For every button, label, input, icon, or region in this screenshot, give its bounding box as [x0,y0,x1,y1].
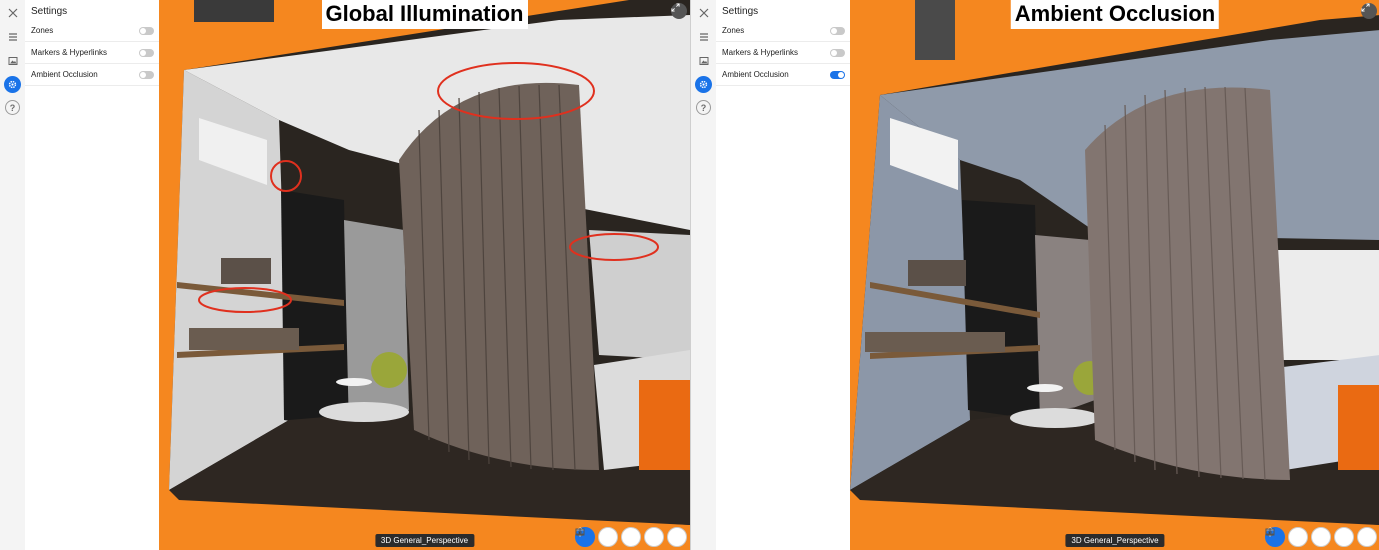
expand-icon[interactable] [1361,3,1377,19]
setting-label: Ambient Occlusion [31,70,98,79]
scene-render [159,0,690,550]
3d-viewport[interactable]: Ambient Occlusion 3D General_Perspective [850,0,1379,550]
vr-icon[interactable] [1265,527,1331,547]
settings-title: Settings [31,6,68,17]
settings-panel: Settings Zones Markers & Hyperlinks Ambi… [25,0,160,550]
image-icon[interactable] [695,52,712,69]
icon-bar: ? [691,0,717,550]
ambient-occlusion-toggle[interactable] [139,70,154,79]
settings-panel: Settings Zones Markers & Hyperlinks Ambi… [716,0,851,550]
3d-viewport[interactable]: Global Illumination 3D General_Perspecti… [159,0,690,550]
expand-icon[interactable] [671,3,687,19]
presentation-icon[interactable] [575,527,687,547]
close-icon[interactable] [4,4,21,21]
left-panel: ? Settings Zones Markers & Hyperlinks Am… [0,0,690,550]
gear-icon[interactable] [695,76,712,93]
zones-toggle[interactable] [139,26,154,35]
zones-toggle[interactable] [830,26,845,35]
setting-label: Zones [31,26,54,35]
setting-row-markers: Markers & Hyperlinks [716,42,850,64]
caption-title: Global Illumination [321,0,528,29]
camera-icon[interactable] [575,527,618,547]
markers-toggle[interactable] [139,48,154,57]
setting-row-zones: Zones [716,20,850,42]
setting-label: Zones [722,26,745,35]
right-panel: ? Settings Zones Markers & Hyperlinks Am… [690,0,1379,550]
list-icon[interactable] [695,28,712,45]
camera-icon[interactable] [1265,527,1308,547]
scene-render [850,0,1379,550]
icon-bar: ? [0,0,26,550]
viewport-toolbar [575,527,687,547]
setting-label: Markers & Hyperlinks [31,48,108,57]
caption-title: Ambient Occlusion [1010,0,1220,29]
setting-row-ambient-occlusion: Ambient Occlusion [716,64,850,86]
setting-row-ambient-occlusion: Ambient Occlusion [25,64,159,86]
setting-label: Markers & Hyperlinks [722,48,799,57]
settings-title: Settings [722,6,759,17]
view-label[interactable]: 3D General_Perspective [1065,534,1165,547]
walk-icon[interactable] [577,527,664,547]
help-icon[interactable]: ? [696,100,711,115]
walk-icon[interactable] [1267,527,1354,547]
gear-icon[interactable] [4,76,21,93]
ambient-occlusion-toggle[interactable] [830,70,845,79]
view-label[interactable]: 3D General_Perspective [374,534,475,547]
close-icon[interactable] [695,4,712,21]
vr-icon[interactable] [575,527,641,547]
list-icon[interactable] [4,28,21,45]
viewport-toolbar [1265,527,1377,547]
image-icon[interactable] [4,52,21,69]
setting-row-zones: Zones [25,20,159,42]
setting-label: Ambient Occlusion [722,70,789,79]
presentation-icon[interactable] [1265,527,1377,547]
markers-toggle[interactable] [830,48,845,57]
setting-row-markers: Markers & Hyperlinks [25,42,159,64]
help-icon[interactable]: ? [5,100,20,115]
